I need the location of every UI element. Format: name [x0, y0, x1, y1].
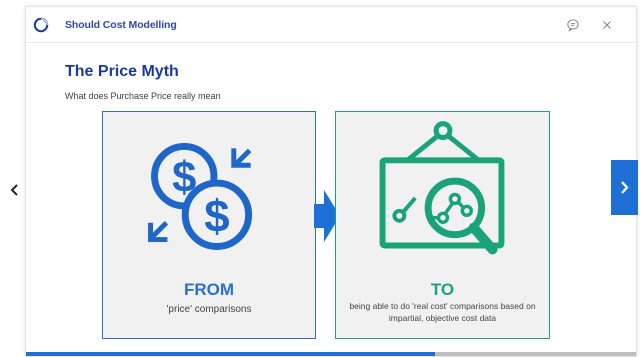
chevron-left-icon[interactable] [8, 181, 22, 199]
chevron-right-icon [621, 181, 629, 194]
app-logo-icon [33, 17, 49, 33]
next-slide-button[interactable] [611, 160, 638, 215]
to-description: being able to do 'real cost' comparisons… [349, 301, 536, 323]
app-title: Should Cost Modelling [65, 19, 177, 31]
close-icon[interactable] [600, 18, 614, 32]
to-card: TO being able to do 'real cost' comparis… [335, 111, 550, 339]
from-card: $ $ FROM 'price' comparisons [102, 111, 316, 339]
slide-subtitle: What does Purchase Price really mean [65, 91, 221, 101]
progress-bar-fill [26, 352, 435, 356]
app-window: Should Cost Modelling The Price Myth Wha… [10, 6, 638, 357]
from-heading: FROM [183, 280, 235, 299]
to-heading: TO [430, 280, 455, 299]
progress-bar [26, 352, 636, 356]
svg-text:$: $ [204, 191, 229, 242]
title-bar: Should Cost Modelling [26, 7, 636, 43]
slide-title: The Price Myth [65, 63, 179, 80]
chart-magnifier-icon [379, 121, 505, 255]
currency-exchange-icon: $ $ [148, 142, 253, 250]
from-description: 'price' comparisons [166, 304, 252, 315]
chat-bubble-icon[interactable] [566, 18, 580, 32]
